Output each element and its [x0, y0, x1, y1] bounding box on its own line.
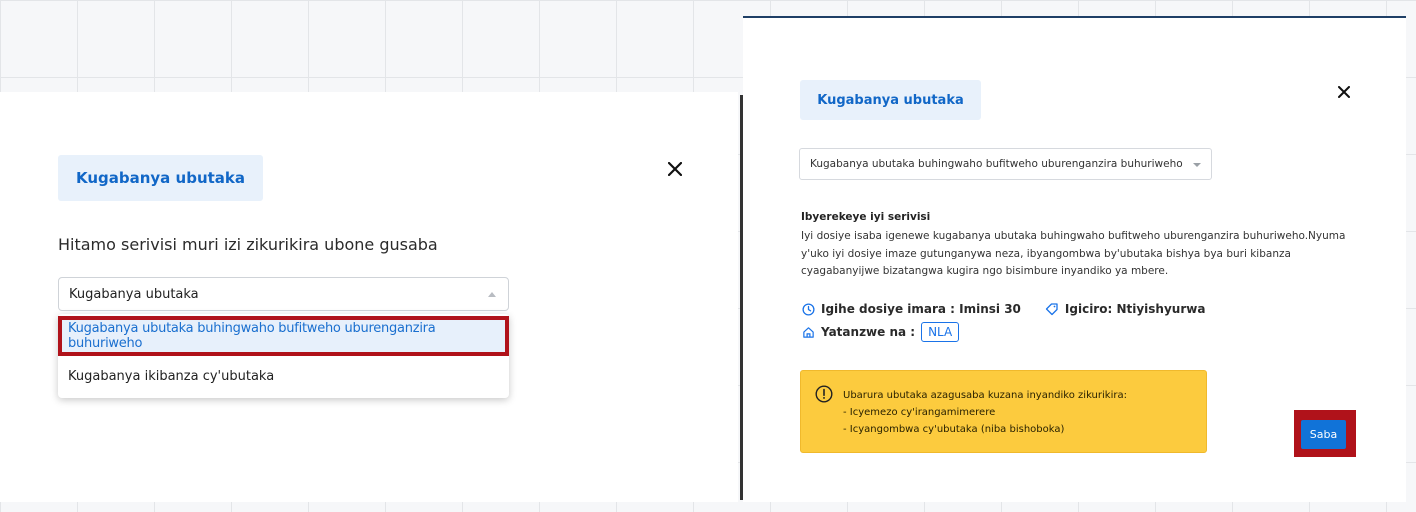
- service-meta-row: Igihe dosiye imara : Iminsi 30 Igiciro: …: [801, 302, 1205, 316]
- processing-duration: Igihe dosiye imara : Iminsi 30: [821, 302, 1021, 316]
- chevron-down-icon: [1193, 163, 1201, 167]
- service-provider-row: Yatanzwe na : NLA: [801, 322, 960, 342]
- close-icon: [1338, 86, 1350, 98]
- notice-line: Ubarura ubutaka azagusaba kuzana inyandi…: [843, 390, 1127, 401]
- dropdown-option-label: Kugabanya ikibanza cy'ubutaka: [68, 368, 275, 384]
- service-category-tag: Kugabanya ubutaka: [800, 80, 981, 120]
- chevron-up-icon: [488, 292, 496, 297]
- service-select[interactable]: Kugabanya ubutaka: [58, 277, 509, 311]
- service-details-modal: Kugabanya ubutaka Kugabanya ubutaka buhi…: [743, 16, 1406, 502]
- close-button[interactable]: [663, 157, 687, 181]
- clock-icon: [801, 302, 815, 316]
- close-button[interactable]: [1332, 80, 1356, 104]
- service-price: Igiciro: Ntiyishyurwa: [1064, 302, 1206, 316]
- provider-agency-badge: NLA: [921, 322, 960, 342]
- tag-icon: [1045, 302, 1059, 316]
- service-info-title: Ibyerekeye iyi serivisi: [801, 211, 931, 223]
- home-icon: [801, 325, 815, 339]
- notice-text: Ubarura ubutaka azagusaba kuzana inyandi…: [843, 387, 1127, 438]
- close-icon: [668, 162, 682, 176]
- service-select-value: Kugabanya ubutaka buhingwaho bufitweho u…: [810, 158, 1183, 170]
- provider-label: Yatanzwe na :: [821, 325, 916, 339]
- dropdown-option-joint-land-subdivision[interactable]: Kugabanya ubutaka buhingwaho bufitweho u…: [58, 316, 509, 356]
- service-info-description: Iyi dosiye isaba igenewe kugabanya ubuta…: [801, 230, 1346, 277]
- selection-heading: Hitamo serivisi muri izi zikurikira ubon…: [58, 235, 438, 254]
- service-select-value: Kugabanya ubutaka: [69, 286, 199, 302]
- service-dropdown-menu: Kugabanya ubutaka buhingwaho bufitweho u…: [58, 314, 509, 398]
- notice-line: - Icyangombwa cy'ubutaka (niba bishoboka…: [843, 424, 1065, 435]
- service-select[interactable]: Kugabanya ubutaka buhingwaho bufitweho u…: [799, 148, 1212, 180]
- service-category-tag: Kugabanya ubutaka: [58, 155, 263, 201]
- dropdown-option-plot-subdivision[interactable]: Kugabanya ikibanza cy'ubutaka: [58, 357, 509, 395]
- notice-line: - Icyemezo cy'irangamimerere: [843, 407, 996, 418]
- apply-button[interactable]: Saba: [1301, 420, 1346, 449]
- required-documents-notice: Ubarura ubutaka azagusaba kuzana inyandi…: [800, 370, 1207, 453]
- alert-circle-icon: [815, 385, 833, 403]
- service-selection-modal: Kugabanya ubutaka Hitamo serivisi muri i…: [0, 92, 738, 502]
- dropdown-option-label: Kugabanya ubutaka buhingwaho bufitweho u…: [68, 321, 436, 351]
